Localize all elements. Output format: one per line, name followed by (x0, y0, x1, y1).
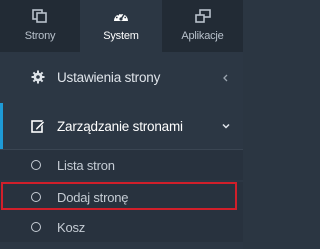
menu-item-label: Ustawienia strony (57, 70, 161, 85)
tab-system[interactable]: System (80, 0, 162, 52)
active-indicator (0, 103, 3, 149)
tab-bar: Strony System Aplikacje (0, 0, 243, 52)
submenu-item-kosz[interactable]: Kosz (0, 212, 243, 242)
pages-icon (32, 9, 47, 23)
apps-icon (194, 9, 211, 23)
tab-aplikacje[interactable]: Aplikacje (162, 0, 243, 52)
menu-item-zarzadzanie-stronami[interactable]: Zarządzanie stronami (0, 103, 243, 149)
tab-label: Strony (24, 30, 56, 42)
submenu-item-label: Lista stron (57, 157, 115, 173)
submenu-item-dodaj-strone[interactable]: Dodaj stronę (0, 182, 243, 212)
menu-item-label: Zarządzanie stronami (57, 118, 183, 134)
gear-icon (31, 70, 45, 84)
submenu-item-label: Dodaj stronę (57, 189, 129, 205)
circle-icon (31, 222, 41, 232)
circle-icon (31, 160, 41, 170)
chevron-left-icon (223, 74, 228, 82)
edit-icon (31, 120, 45, 133)
tab-label: System (103, 30, 139, 42)
chevron-down-icon (222, 123, 230, 129)
tab-strony[interactable]: Strony (0, 0, 80, 52)
submenu-item-label: Kosz (57, 219, 86, 235)
sidebar: Strony System Aplikacje Ustawienia stron… (0, 0, 243, 249)
submenu-item-lista-stron[interactable]: Lista stron (0, 150, 243, 180)
tab-label: Aplikacje (181, 30, 224, 42)
sidebar-footer (0, 242, 243, 249)
dashboard-icon (114, 12, 128, 21)
circle-icon (31, 192, 41, 202)
menu-item-ustawienia-strony[interactable]: Ustawienia strony (0, 52, 243, 103)
